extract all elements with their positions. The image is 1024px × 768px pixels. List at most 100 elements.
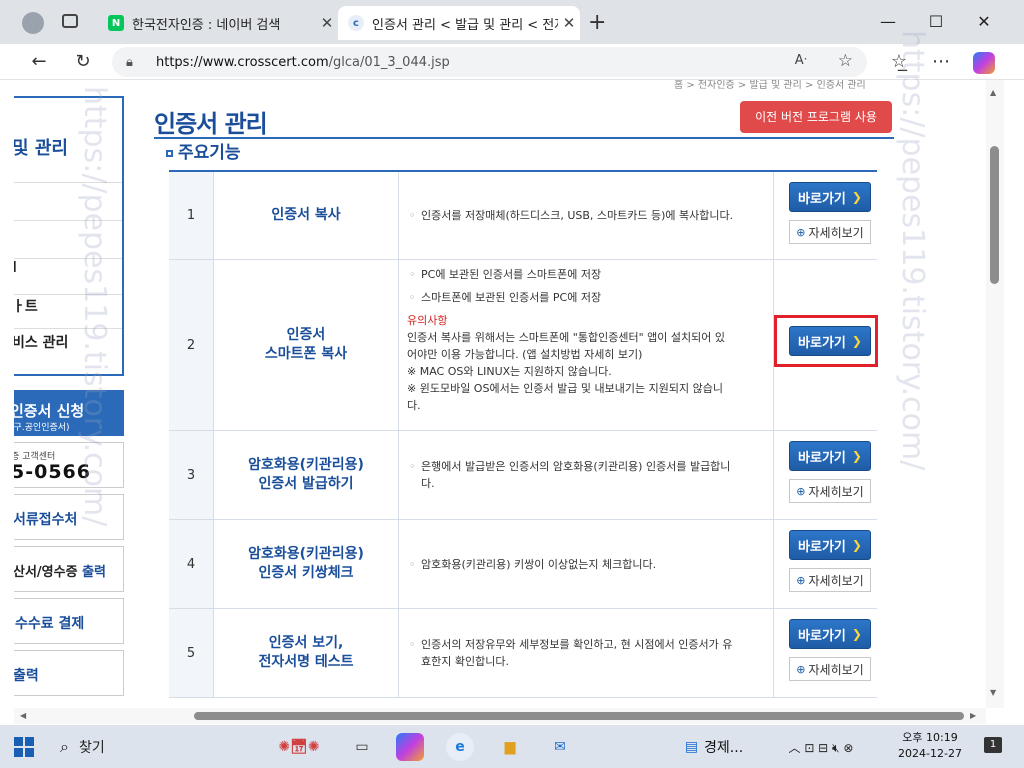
detail-button[interactable]: ⊕ 자세히보기 <box>789 657 871 681</box>
feature-name-line: 인증서 발급하기 <box>258 476 354 492</box>
address-bar[interactable]: 🔒︎ https://www.crosscert.com /glca/01_3_… <box>112 47 867 77</box>
close-tab-icon[interactable]: ✕ <box>558 14 580 32</box>
row-feature-name: 암호화용(키관리용) 인증서 발급하기 <box>214 431 399 519</box>
go-label: 바로가기 <box>798 539 846 555</box>
copilot-icon[interactable] <box>973 52 995 74</box>
tab-naver-search[interactable]: N 한국전자인증 : 네이버 검색 ✕ <box>98 6 338 40</box>
go-label: 바로가기 <box>798 450 846 466</box>
tab-certificate-management[interactable]: c 인증서 관리 < 발급 및 관리 < 전자 ✕ <box>338 6 580 40</box>
task-view-icon[interactable]: ▭ <box>348 733 376 761</box>
row-feature-name: 인증서 보기, 전자서명 테스트 <box>214 609 399 697</box>
scroll-up-icon[interactable]: ▲ <box>990 88 996 97</box>
zoom-in-icon: ⊕ <box>796 662 806 676</box>
scroll-left-icon[interactable]: ◀ <box>20 711 26 720</box>
table-row: 1 인증서 복사 인증서를 저장매체(하드디스크, USB, 스마트카드 등)에… <box>169 172 877 260</box>
description-bullet: 인증서를 저장매체(하드디스크, USB, 스마트카드 등)에 복사합니다. <box>407 207 765 224</box>
refresh-icon[interactable]: ↻ <box>68 48 98 76</box>
detail-button[interactable]: ⊕ 자세히보기 <box>789 479 871 503</box>
notice-line: ※ 윈도모바일 OS에서는 인증서 발급 및 내보내기는 지원되지 않습니 <box>407 382 723 395</box>
row-description: 암호화용(키관리용) 키쌍이 이상없는지 체크합니다. <box>399 520 774 608</box>
favorite-star-icon[interactable]: ☆ <box>838 51 853 71</box>
feature-name-line: 전자서명 테스트 <box>258 654 354 670</box>
description-bullet: 은행에서 발급받은 인증서의 암호화용(키관리용) 인증서를 발급합니다. <box>407 458 765 492</box>
file-explorer-icon[interactable]: ▆ <box>496 733 524 761</box>
calendar-widget-icon[interactable]: ✺📅︎✺ <box>266 733 332 761</box>
lock-icon[interactable]: 🔒︎ <box>126 55 142 70</box>
horizontal-scrollbar[interactable]: ◀ ▶ <box>14 708 986 724</box>
system-tray-icons[interactable]: ︿ ⊡ ⊟ 🔇︎ ⊗ <box>776 733 866 761</box>
table-row: 3 암호화용(키관리용) 인증서 발급하기 은행에서 발급받은 인증서의 암호화용… <box>169 431 877 520</box>
print-label: 출력 <box>14 668 39 684</box>
sidebar-title: 및 관리 <box>14 138 68 159</box>
go-label: 바로가기 <box>798 191 846 207</box>
back-icon[interactable]: ← <box>24 48 54 76</box>
sidebar-item[interactable]: l <box>14 260 17 276</box>
detail-label: 자세히보기 <box>808 662 864 677</box>
row-number: 4 <box>169 520 214 608</box>
more-options-icon[interactable]: ⋯ <box>926 48 956 76</box>
go-button[interactable]: 바로가기 ❯ <box>789 182 871 212</box>
sidebar-item[interactable]: ㅏ트 <box>14 296 38 316</box>
chevron-right-icon: ❯ <box>851 627 862 641</box>
detail-button[interactable]: ⊕ 자세히보기 <box>789 220 871 244</box>
feature-name-line: 인증서 복사 <box>271 207 341 223</box>
url-host: https://www.crosscert.com <box>156 54 329 70</box>
go-button[interactable]: 바로가기 ❯ <box>789 530 871 560</box>
edge-browser-icon[interactable]: e <box>446 733 474 761</box>
row-description: 은행에서 발급받은 인증서의 암호화용(키관리용) 인증서를 발급합니다. <box>399 431 774 519</box>
scrollbar-thumb[interactable] <box>990 146 999 284</box>
watermark: https://pepes119.tistory.com/ <box>895 30 930 471</box>
row-actions: 바로가기 ❯ ⊕ 자세히보기 <box>774 609 877 697</box>
print-link[interactable]: 출력 <box>14 650 124 696</box>
description-bullet: PC에 보관된 인증서를 스마트폰에 저장 <box>407 266 765 283</box>
taskbar-news-app[interactable]: ▤ 경제... <box>684 733 744 761</box>
clock[interactable]: 오후 10:19 2024-12-27 <box>898 730 962 762</box>
feature-name-line: 암호화용(키관리용) <box>248 457 364 473</box>
close-window-icon[interactable]: ✕ <box>964 8 1004 36</box>
section-title: 주요기능 <box>166 138 241 163</box>
tab-title: 한국전자인증 : 네이버 검색 <box>132 17 281 33</box>
fee-payment-link[interactable]: 수수료 결제 <box>14 598 124 644</box>
scrollbar-thumb[interactable] <box>194 712 964 720</box>
taskbar: ⌕ 찾기 ✺📅︎✺ ▭ e ▆ ✉ ▤ 경제... ︿ ⊡ ⊟ 🔇︎ ⊗ 오후 1… <box>0 725 1024 768</box>
detail-button[interactable]: ⊕ 자세히보기 <box>789 568 871 592</box>
receipt-print-label: 출력 <box>82 565 107 580</box>
windows-start-icon[interactable] <box>14 737 34 757</box>
naver-favicon-icon: N <box>108 15 124 31</box>
feature-name-line: 암호화용(키관리용) <box>248 546 364 562</box>
title-divider <box>154 137 894 139</box>
square-bullet-icon <box>166 149 173 157</box>
chevron-right-icon: ❯ <box>851 538 862 552</box>
go-button[interactable]: 바로가기 ❯ <box>789 441 871 471</box>
feature-name-line: 인증서 <box>286 327 326 343</box>
mail-icon[interactable]: ✉ <box>546 733 574 761</box>
row-number: 1 <box>169 172 214 259</box>
scroll-right-icon[interactable]: ▶ <box>970 711 976 720</box>
receipt-print-text: 산서/영수증 출력 <box>14 561 106 580</box>
notice-line: 인증서 복사를 위해서는 스마트폰에 "통합인증센터" 앱이 설치되어 있 <box>407 331 725 344</box>
sidebar-item[interactable]: 비스 관리 <box>14 332 68 352</box>
vertical-scrollbar[interactable]: ▲ ▼ <box>986 80 1004 708</box>
tab-actions-icon[interactable] <box>62 14 78 28</box>
old-version-program-button[interactable]: 이전 버전 프로그램 사용 <box>740 101 892 133</box>
clock-time: 오후 10:19 <box>902 731 958 744</box>
search-label: 찾기 <box>78 740 105 756</box>
close-tab-icon[interactable]: ✕ <box>316 14 338 32</box>
copilot-icon[interactable] <box>396 733 424 761</box>
detail-label: 자세히보기 <box>808 573 864 588</box>
scroll-down-icon[interactable]: ▼ <box>990 688 996 697</box>
tab-title: 인증서 관리 < 발급 및 관리 < 전자 <box>372 17 558 33</box>
profile-avatar-icon[interactable] <box>22 12 44 34</box>
feature-name-line: 인증서 키쌍체크 <box>258 565 354 581</box>
chevron-right-icon: ❯ <box>851 449 862 463</box>
page-title: 인증서 관리 <box>154 110 268 138</box>
taskbar-search[interactable]: ⌕ 찾기 <box>48 734 260 760</box>
notice-line[interactable]: 어야만 이용 가능합니다. (앱 설치방법 자세히 보기) <box>407 346 765 363</box>
read-aloud-icon[interactable]: Aᐧ <box>795 53 807 68</box>
new-tab-icon[interactable]: + <box>588 10 606 35</box>
row-feature-name: 인증서 복사 <box>214 172 399 259</box>
news-icon: ▤ <box>684 739 699 755</box>
notification-icon[interactable]: 1 <box>984 737 1002 753</box>
receipt-print-link[interactable]: 산서/영수증 출력 <box>14 546 124 592</box>
go-button[interactable]: 바로가기 ❯ <box>789 619 871 649</box>
